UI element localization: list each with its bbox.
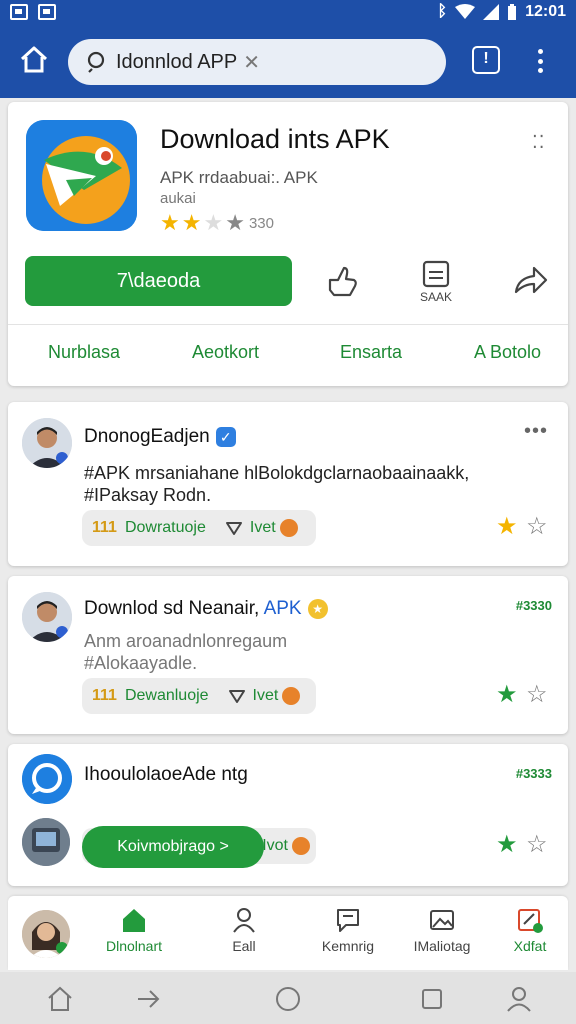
save-icon[interactable] — [416, 258, 456, 290]
app-card: Download ints APK ⁚⁚ APK rrdaabuai:. APK… — [8, 102, 568, 386]
chip-count: 111 — [92, 687, 117, 704]
star-filled-icon: ★ — [160, 210, 180, 235]
chat-icon — [337, 909, 359, 932]
share-icon[interactable] — [510, 262, 550, 302]
heart-icon[interactable] — [227, 686, 247, 706]
heart-icon[interactable] — [224, 518, 244, 538]
avatar[interactable] — [22, 418, 72, 468]
status-bar: ᛒ 12:01 — [0, 0, 576, 24]
badge-icon — [292, 837, 310, 855]
post-options-icon[interactable]: ••• — [524, 420, 548, 443]
home-outline-icon[interactable] — [45, 984, 75, 1014]
chip-secondary: Ivet — [252, 687, 279, 704]
post-count: #3333 — [515, 766, 552, 781]
edit-icon — [518, 909, 543, 933]
star-empty-icon[interactable]: ☆ — [526, 680, 548, 709]
post-card: Downlod sd Neanair, APK ★ #3330 Anm aroan… — [8, 576, 568, 734]
app-rating: ★ ★ ★ ★ 330 — [160, 210, 274, 236]
signal-icon — [483, 4, 500, 20]
post-count: #3330 — [515, 598, 552, 613]
app-developer: APK rrdaabuai:. APK — [160, 168, 318, 187]
battery-icon — [508, 4, 517, 20]
post-text-line2: #Alokaayadle. — [84, 653, 198, 673]
star-filled-icon[interactable]: ★ — [496, 830, 518, 859]
account-icon[interactable] — [504, 984, 534, 1014]
tab-3[interactable]: Ensarta — [340, 342, 402, 363]
status-time: 12:01 — [525, 3, 566, 20]
post-author[interactable]: Downlod sd Neanair, APK ★ — [84, 598, 328, 620]
app-options-icon[interactable]: ⁚⁚ — [532, 132, 545, 153]
nav-item-create[interactable]: Xdfat — [490, 906, 570, 954]
medal-icon: ★ — [307, 598, 328, 619]
chip-count: 111 — [92, 519, 117, 536]
post-text-line2: #IPaksay Rodn. — [84, 485, 212, 505]
save-label: SAAK — [419, 290, 452, 304]
recents-icon[interactable] — [417, 984, 447, 1014]
post-author[interactable]: DnonogEadjen ✓ — [84, 426, 236, 448]
avatar[interactable] — [22, 592, 72, 642]
avatar[interactable] — [22, 754, 72, 804]
app-title: Download ints APK — [160, 124, 390, 154]
thumbnail-image[interactable] — [22, 818, 70, 866]
rating-count: 330 — [248, 214, 274, 232]
like-icon[interactable] — [322, 262, 362, 302]
image-icon — [430, 910, 454, 930]
nav-item-home[interactable]: Dlnolnart — [94, 906, 174, 954]
divider — [8, 324, 568, 325]
search-bar[interactable]: Idonnlod APP ✕ — [68, 39, 446, 85]
more-menu-button[interactable] — [530, 46, 550, 76]
search-icon — [87, 51, 105, 73]
badge-icon — [282, 687, 301, 705]
star-empty-icon[interactable]: ☆ — [526, 830, 548, 859]
bottom-navigation: Dlnolnart Eall Kemnrig IMaliotag Xdfat — [8, 896, 568, 970]
tab-4[interactable]: A Botolo — [474, 342, 541, 363]
home-icon — [123, 909, 145, 932]
info-button[interactable]: ! — [472, 46, 500, 74]
tab-2[interactable]: Aeotkort — [192, 342, 259, 363]
wifi-icon — [455, 4, 476, 19]
star-empty-icon: ★ — [225, 210, 245, 235]
home-icon[interactable] — [18, 44, 50, 76]
post-card: DnonogEadjen ✓ ••• #APK mrsaniahane hlBol… — [8, 402, 568, 566]
post-card: IhooulolaoeAde ntg #3333 Ivot Koivmobjra… — [8, 744, 568, 886]
cta-button[interactable]: Koivmobjrago > — [82, 826, 264, 868]
star-filled-icon: ★ — [181, 210, 202, 235]
chip-secondary: Ivot — [262, 837, 288, 854]
star-empty-icon[interactable]: ☆ — [526, 512, 548, 541]
search-input[interactable]: Idonnlod APP — [116, 51, 237, 74]
notification-icon — [10, 4, 28, 20]
post-text-line1: #APK mrsaniahane hlBolokdgclarnaobaainaa… — [84, 463, 470, 483]
star-empty-icon: ★ — [203, 210, 224, 235]
post-text-line1: Anm aroanadnlonregaum — [84, 631, 288, 651]
nav-item-media[interactable]: IMaliotag — [402, 906, 482, 954]
post-author[interactable]: IhooulolaoeAde ntg — [84, 764, 248, 786]
clear-icon[interactable]: ✕ — [243, 50, 260, 75]
star-filled-icon[interactable]: ★ — [496, 680, 518, 709]
top-bar: Idonnlod APP ✕ ! — [0, 24, 576, 98]
badge-icon — [279, 519, 298, 537]
chip-secondary: Ivet — [249, 519, 276, 536]
tab-1[interactable]: Nurblasa — [48, 342, 120, 363]
post-action-chip[interactable]: 111 Dewanluoje Ivet — [82, 678, 316, 714]
nav-item-profile[interactable]: Eall — [204, 906, 284, 954]
gallery-icon — [38, 4, 56, 20]
post-action-chip[interactable]: 111 Dowratuoje Ivet — [82, 510, 316, 546]
home-circle-icon[interactable] — [273, 984, 303, 1014]
chip-label: Dowratuoje — [124, 519, 206, 536]
bluetooth-icon: ᛒ — [437, 3, 448, 20]
forward-icon[interactable] — [134, 984, 164, 1014]
system-navigation-bar — [0, 972, 576, 1024]
install-button[interactable]: 7\daeoda — [25, 256, 292, 306]
verified-icon: ✓ — [215, 426, 236, 447]
star-filled-icon[interactable]: ★ — [496, 512, 518, 541]
app-category: aukai — [160, 190, 196, 207]
profile-avatar[interactable] — [22, 910, 70, 958]
app-icon — [26, 120, 137, 231]
chip-label: Dewanluoje — [124, 687, 209, 704]
nav-item-messages[interactable]: Kemnrig — [308, 906, 388, 954]
person-icon — [233, 908, 255, 933]
